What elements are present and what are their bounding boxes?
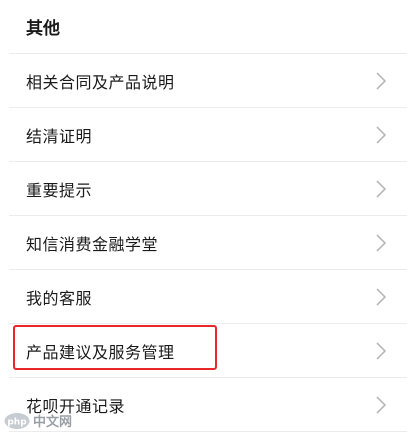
chevron-right-icon (376, 71, 387, 90)
list-item-important-notice[interactable]: 重要提示 (9, 162, 407, 216)
list-item-settlement-proof[interactable]: 结清证明 (9, 108, 407, 162)
list-item-customer-service[interactable]: 我的客服 (9, 270, 407, 324)
list-item-label: 相关合同及产品说明 (26, 72, 175, 92)
list-item-product-suggestions[interactable]: 产品建议及服务管理 (9, 324, 407, 378)
chevron-right-icon (376, 179, 387, 198)
list-item-contracts[interactable]: 相关合同及产品说明 (9, 54, 407, 108)
chevron-right-icon (376, 287, 387, 306)
watermark-text: 中文网 (33, 415, 73, 430)
watermark: php 中文网 (4, 411, 72, 430)
other-section: 其他 相关合同及产品说明 结清证明 重要提示 知信消费金融学堂 我的客服 产品建… (9, 0, 407, 433)
svg-text:php: php (7, 417, 27, 427)
chevron-right-icon (376, 233, 387, 252)
list-item-label: 知信消费金融学堂 (26, 234, 159, 254)
list-item-label: 结清证明 (26, 126, 93, 146)
list-item-label: 产品建议及服务管理 (26, 342, 175, 362)
list-item-label: 重要提示 (26, 180, 93, 200)
php-logo-icon: php (4, 412, 30, 429)
chevron-right-icon (376, 395, 387, 414)
list-item-label: 我的客服 (26, 288, 93, 308)
section-title: 其他 (9, 0, 407, 54)
list-item-finance-school[interactable]: 知信消费金融学堂 (9, 216, 407, 270)
chevron-right-icon (376, 341, 387, 360)
chevron-right-icon (376, 125, 387, 144)
